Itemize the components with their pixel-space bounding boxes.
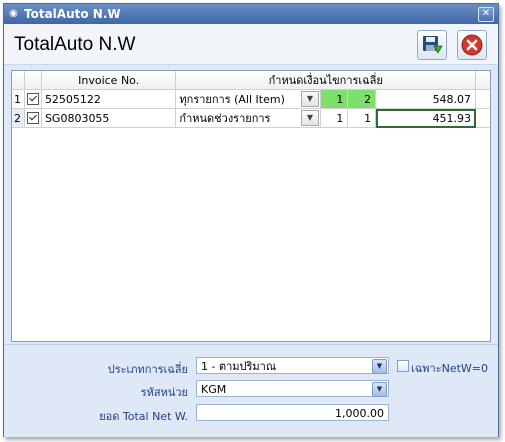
col-header-invoice[interactable]: Invoice No. (41, 71, 177, 90)
form-panel: ประเภทการเฉลี่ย 1 - ตามปริมาณ ▼ เฉพาะNet… (4, 344, 498, 437)
chevron-down-icon: ▼ (300, 110, 319, 126)
row-checkbox[interactable] (24, 108, 42, 128)
row-checkbox[interactable] (24, 89, 42, 109)
filler-cell (475, 89, 490, 109)
grid-header-row: Invoice No. กำหนดเงื่อนไขการเฉลี่ย (12, 71, 490, 90)
amount-cell[interactable]: 451.93 (375, 108, 477, 128)
condition-cell[interactable]: ทุกรายการ (All Item) (175, 89, 301, 109)
chevron-down-icon[interactable]: ▼ (372, 359, 387, 374)
value-b-cell[interactable]: 1 (347, 108, 377, 128)
title-bar: ◉ TotalAuto N.W ✕ (4, 4, 498, 24)
condition-dropdown[interactable]: ▼ (300, 108, 321, 128)
col-header-condition[interactable]: กำหนดเงื่อนไขการเฉลี่ย (175, 71, 477, 90)
avg-type-select[interactable]: 1 - ตามปริมาณ ▼ (196, 357, 389, 374)
total-label: ยอด Total Net W. (99, 410, 188, 423)
grid-table: Invoice No. กำหนดเงื่อนไขการเฉลี่ย 1 525… (12, 71, 490, 128)
window-title: TotalAuto N.W (24, 7, 121, 21)
avg-type-value: 1 - ตามปริมาณ (201, 360, 277, 373)
checkmark-icon (26, 92, 39, 105)
invoice-cell[interactable]: 52505122 (41, 89, 177, 109)
chevron-down-icon[interactable]: ▼ (372, 382, 387, 397)
row-number: 2 (12, 108, 25, 128)
row-number: 1 (12, 89, 25, 109)
only-zero-checkbox[interactable] (397, 360, 409, 372)
invoice-grid: Invoice No. กำหนดเงื่อนไขการเฉลี่ย 1 525… (11, 70, 491, 342)
value-b-cell[interactable]: 2 (347, 89, 377, 109)
total-net-weight-field[interactable]: 1,000.00 (196, 404, 389, 421)
dialog-window: ◉ TotalAuto N.W ✕ TotalAuto N.W Invoice … (3, 3, 499, 437)
header-panel: TotalAuto N.W (4, 24, 498, 65)
filler-header (475, 71, 490, 90)
chevron-down-icon: ▼ (300, 91, 319, 107)
condition-cell[interactable]: กำหนดช่วงรายการ (175, 108, 301, 128)
unit-label: รหัสหน่วย (140, 386, 188, 399)
only-zero-label: เฉพาะNetW=0 (411, 362, 488, 375)
value-a-cell[interactable]: 1 (320, 89, 349, 109)
save-disk-icon (423, 36, 443, 54)
value-a-cell[interactable]: 1 (320, 108, 349, 128)
cancel-icon (461, 34, 483, 56)
window-close-button[interactable]: ✕ (478, 7, 494, 22)
unit-value: KGM (201, 383, 227, 396)
app-icon: ◉ (9, 8, 18, 19)
table-row[interactable]: 1 52505122 ทุกรายการ (All Item) ▼ 1 2 54… (12, 89, 490, 109)
checkmark-icon (26, 111, 39, 124)
amount-cell[interactable]: 548.07 (375, 89, 477, 109)
corner-cell (12, 71, 25, 90)
page-title: TotalAuto N.W (14, 34, 136, 55)
condition-dropdown[interactable]: ▼ (300, 89, 321, 109)
save-button[interactable] (417, 30, 447, 60)
unit-select[interactable]: KGM ▼ (196, 380, 389, 397)
check-header (24, 71, 42, 90)
table-row[interactable]: 2 SG0803055 กำหนดช่วงรายการ ▼ 1 1 451.93 (12, 108, 490, 128)
invoice-cell[interactable]: SG0803055 (41, 108, 177, 128)
cancel-button[interactable] (457, 30, 487, 60)
filler-cell (475, 108, 490, 128)
avg-type-label: ประเภทการเฉลี่ย (107, 363, 188, 376)
